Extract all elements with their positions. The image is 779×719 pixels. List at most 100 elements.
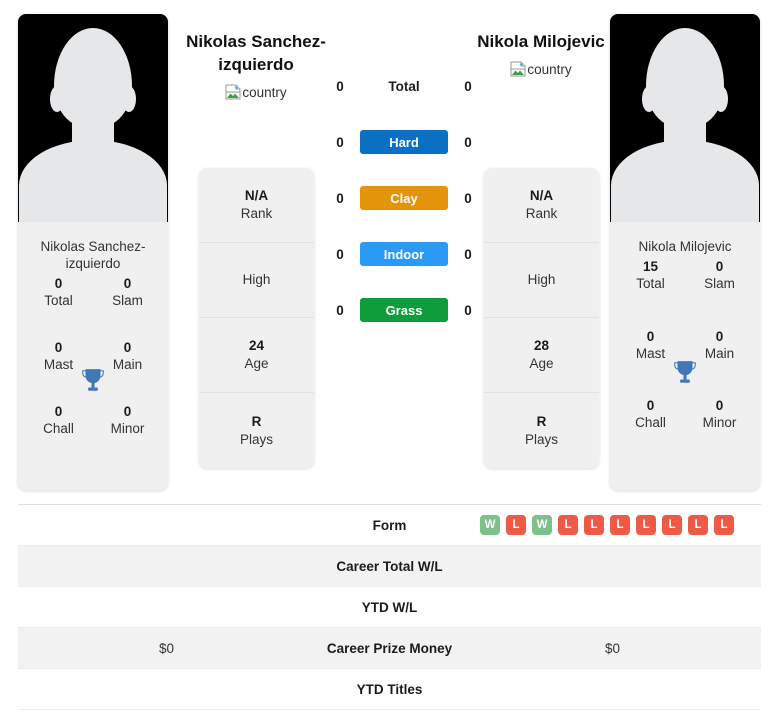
title-stat-minor-left: 0 Minor — [93, 404, 162, 468]
player-info-column-right: N/A Rank High 28 Age R Plays — [484, 168, 599, 468]
title-stat-value: 15 — [642, 259, 659, 274]
title-stat-value: 0 — [646, 398, 655, 414]
surface-comparison-column: 0 Total 0 0 Hard 0 0 Clay 0 0 Indoor 0 0 — [330, 58, 478, 338]
form-badge-1: L — [506, 515, 526, 535]
avatar-body-icon — [19, 140, 167, 222]
form-badge-3: L — [558, 515, 578, 535]
table-row-ytd-wl: YTD W/L — [18, 587, 761, 628]
table-row-ytd-titles: YTD Titles — [18, 669, 761, 710]
info-label: Plays — [524, 431, 558, 447]
surface-bar-grass[interactable]: Grass — [360, 298, 448, 322]
title-stat-value: 0 — [54, 276, 63, 291]
player-comparison-page: Nikolas Sanchez-izquierdo 0 Total 0 Slam… — [0, 0, 779, 719]
title-stat-label: Slam — [112, 292, 143, 308]
table-row-career-total-wl: Career Total W/L — [18, 546, 761, 587]
surface-score-right: 0 — [464, 246, 472, 262]
form-badge-4: L — [584, 515, 604, 535]
surface-bar-hard[interactable]: Hard — [360, 130, 448, 154]
surface-score-left: 0 — [336, 78, 344, 94]
info-value: N/A — [244, 188, 269, 203]
title-stat-chall-left: 0 Chall — [24, 404, 93, 468]
player-card-right[interactable]: Nikola Milojevic 15 Total 0 Slam 0 Mast … — [610, 14, 760, 490]
form-badge-7: L — [662, 515, 682, 535]
surface-row-indoor: 0 Indoor 0 — [330, 226, 478, 282]
surface-score-right: 0 — [464, 302, 472, 318]
broken-image-icon — [225, 84, 241, 100]
trophy-icon — [82, 369, 104, 391]
table-row-career-prize-money: $0 Career Prize Money $0 — [18, 628, 761, 669]
form-badge-6: L — [636, 515, 656, 535]
info-label: Plays — [239, 431, 273, 447]
surface-score-right: 0 — [464, 134, 472, 150]
avatar-ear-right-icon — [714, 86, 728, 112]
player-card-name-left: Nikolas Sanchez-izquierdo — [40, 239, 146, 271]
country-alt-text-left: country — [242, 84, 287, 100]
ytd-wl-label: YTD W/L — [361, 599, 418, 615]
title-stat-value: 0 — [715, 398, 724, 414]
info-row-high-left: High — [199, 243, 314, 318]
player-photo-right — [610, 14, 760, 222]
form-badge-8: L — [688, 515, 708, 535]
surface-bar-indoor[interactable]: Indoor — [360, 242, 448, 266]
title-stat-value: 0 — [123, 276, 132, 291]
form-badges-right: WLWLLLLLLL — [464, 515, 761, 535]
broken-image-icon — [510, 61, 526, 77]
surface-bar-total: Total — [388, 78, 420, 94]
career-prize-money-right-value: $0 — [604, 640, 621, 656]
info-label: High — [527, 272, 556, 287]
form-badge-5: L — [610, 515, 630, 535]
comparison-header-area: Nikolas Sanchez-izquierdo 0 Total 0 Slam… — [0, 0, 779, 505]
form-badge-2: W — [532, 515, 552, 535]
country-flag-right: country — [510, 61, 572, 77]
title-stat-total-left: 0 Total — [24, 276, 93, 340]
info-label: Age — [244, 356, 269, 371]
avatar-ear-left-icon — [50, 86, 64, 112]
info-row-age-left: 24 Age — [199, 318, 314, 393]
title-stat-label: Chall — [43, 420, 74, 436]
surface-score-left: 0 — [336, 134, 344, 150]
player-info-column-left: N/A Rank High 24 Age R Plays — [199, 168, 314, 468]
title-stat-label: Minor — [702, 415, 737, 431]
player-name-left: Nikolas Sanchez-izquierdo — [186, 32, 326, 74]
info-row-age-right: 28 Age — [484, 318, 599, 393]
title-stat-chall-right: 0 Chall — [616, 398, 685, 468]
info-value: R — [536, 413, 547, 429]
info-label: Age — [529, 356, 554, 371]
title-stat-label: Slam — [704, 275, 735, 291]
info-row-plays-left: R Plays — [199, 393, 314, 468]
info-value: N/A — [529, 188, 554, 203]
player-card-name-right: Nikola Milojevic — [638, 239, 732, 254]
title-stat-slam-left: 0 Slam — [93, 276, 162, 340]
info-label: Rank — [525, 206, 558, 221]
surface-bar-clay[interactable]: Clay — [360, 186, 448, 210]
info-label: Rank — [240, 206, 273, 221]
title-stat-value: 0 — [123, 340, 132, 355]
player-photo-left — [18, 14, 168, 222]
surface-row-grass: 0 Grass 0 — [330, 282, 478, 338]
surface-row-clay: 0 Clay 0 — [330, 170, 478, 226]
form-label: Form — [372, 517, 407, 533]
title-stat-slam-right: 0 Slam — [685, 259, 754, 329]
player-name-header-right: Nikola Milojevic country — [466, 30, 616, 82]
trophy-icon — [674, 360, 696, 383]
title-stat-value: 0 — [646, 328, 655, 344]
avatar-body-icon — [611, 140, 759, 222]
titles-grid-right: 15 Total 0 Slam 0 Mast 0 Main 0 Chall 0 … — [610, 255, 760, 490]
titles-grid-left: 0 Total 0 Slam 0 Mast 0 Main 0 Chall 0 M… — [18, 272, 168, 490]
form-badge-9: L — [714, 515, 734, 535]
info-value: R — [251, 413, 262, 429]
ytd-titles-label: YTD Titles — [356, 681, 423, 697]
country-flag-left: country — [225, 84, 287, 100]
player-card-left[interactable]: Nikolas Sanchez-izquierdo 0 Total 0 Slam… — [18, 14, 168, 490]
country-alt-text-right: country — [527, 61, 572, 77]
surface-score-left: 0 — [336, 246, 344, 262]
title-stat-value: 0 — [715, 328, 724, 344]
info-row-high-right: High — [484, 243, 599, 318]
title-stat-value: 0 — [54, 340, 63, 355]
comparison-stats-table: Form WLWLLLLLLL Career Total W/L YTD W/L… — [18, 505, 761, 710]
info-row-rank-right: N/A Rank — [484, 168, 599, 243]
surface-score-right: 0 — [464, 190, 472, 206]
info-value: 24 — [248, 338, 265, 353]
info-label: High — [242, 272, 271, 287]
career-total-wl-label: Career Total W/L — [336, 558, 443, 574]
